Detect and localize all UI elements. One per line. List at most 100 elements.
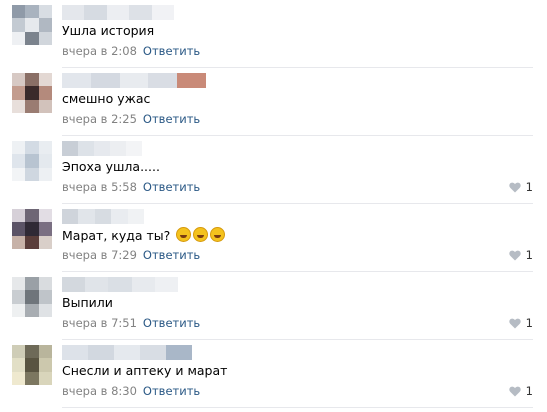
reply-button[interactable]: Ответить (143, 44, 200, 58)
author-pixel (62, 73, 91, 88)
comment-time[interactable]: вчера в 7:29 (62, 248, 137, 262)
avatar-pixel (38, 371, 52, 385)
avatar-pixel (25, 5, 39, 19)
comment-meta: вчера в 2:08 Ответить (62, 44, 200, 58)
avatar[interactable] (12, 209, 52, 249)
like-count: 1 (525, 248, 533, 262)
author-pixel (129, 5, 152, 20)
author-pixel (110, 141, 126, 156)
author-pixel (84, 5, 107, 20)
avatar-pixel (38, 73, 52, 87)
comment-time[interactable]: вчера в 2:08 (62, 44, 137, 58)
comment-item: Эпоха ушла..... вчера в 5:58 Ответить 1 (0, 136, 547, 204)
like-count: 1 (525, 180, 533, 194)
author-pixel (126, 141, 142, 156)
author-pixel (78, 209, 95, 224)
avatar-pixel (12, 277, 26, 291)
comment-text: Снесли и аптеку и марат (62, 363, 228, 378)
avatar-pixel (25, 358, 39, 372)
comment-meta: вчера в 5:58 Ответить (62, 180, 200, 194)
author-pixel (148, 73, 178, 88)
author-pixel (140, 345, 166, 360)
rofl-emoji-icon (210, 227, 226, 242)
author-pixel (94, 141, 110, 156)
avatar-pixel (25, 209, 39, 223)
comment-text: Выпили (62, 295, 113, 310)
author-name[interactable] (62, 345, 192, 360)
author-pixel (62, 209, 79, 224)
avatar-pixel (25, 235, 39, 249)
author-pixel (177, 73, 206, 88)
author-name[interactable] (62, 73, 206, 88)
comment-item: Марат, куда ты? вчера в 7:29 Ответить 1 (0, 204, 547, 272)
author-pixel (62, 141, 78, 156)
like-count: 1 (525, 316, 533, 330)
avatar-pixel (38, 86, 52, 100)
avatar-pixel (12, 141, 26, 155)
author-pixel (94, 209, 112, 224)
comment-time[interactable]: вчера в 7:51 (62, 316, 137, 330)
author-pixel (154, 277, 179, 292)
avatar-pixel (38, 18, 52, 32)
comment-time[interactable]: вчера в 5:58 (62, 180, 137, 194)
author-pixel (62, 5, 85, 20)
avatar-pixel (38, 154, 52, 168)
like-button[interactable]: 1 (508, 248, 533, 262)
avatar-pixel (25, 345, 39, 359)
avatar-pixel (25, 277, 39, 291)
like-button[interactable]: 1 (508, 384, 533, 398)
author-pixel (119, 73, 149, 88)
author-name[interactable] (62, 141, 142, 156)
reply-button[interactable]: Ответить (143, 180, 200, 194)
avatar-pixel (38, 235, 52, 249)
like-count: 1 (525, 384, 533, 398)
avatar[interactable] (12, 5, 52, 45)
avatar-pixel (25, 18, 39, 32)
like-button[interactable]: 1 (508, 180, 533, 194)
avatar-pixel (25, 167, 39, 181)
author-pixel (151, 5, 175, 20)
avatar[interactable] (12, 277, 52, 317)
comment-time[interactable]: вчера в 2:25 (62, 112, 137, 126)
author-name[interactable] (62, 277, 179, 292)
comment-item: смешно ужас вчера в 2:25 Ответить (0, 68, 547, 136)
avatar-pixel (38, 222, 52, 236)
reply-button[interactable]: Ответить (143, 248, 200, 262)
author-name[interactable] (62, 209, 145, 224)
avatar-pixel (38, 167, 52, 181)
avatar-pixel (12, 99, 26, 113)
author-pixel (127, 209, 145, 224)
avatar-pixel (12, 358, 26, 372)
author-pixel (85, 277, 109, 292)
heart-icon (508, 318, 521, 328)
like-button[interactable]: 1 (508, 316, 533, 330)
avatar-pixel (12, 235, 26, 249)
avatar-pixel (12, 209, 26, 223)
avatar[interactable] (12, 73, 52, 113)
avatar-pixel (38, 99, 52, 113)
avatar-pixel (12, 5, 26, 19)
reply-button[interactable]: Ответить (143, 316, 200, 330)
avatar-pixel (38, 141, 52, 155)
avatar-pixel (25, 154, 39, 168)
avatar[interactable] (12, 345, 52, 385)
reply-button[interactable]: Ответить (143, 112, 200, 126)
comment-item: Ушла история вчера в 2:08 Ответить (0, 0, 547, 68)
avatar-pixel (12, 345, 26, 359)
avatar-pixel (25, 99, 39, 113)
avatar-pixel (25, 73, 39, 87)
heart-icon (508, 386, 521, 396)
author-pixel (114, 345, 140, 360)
comment-text: смешно ужас (62, 91, 151, 106)
avatar-pixel (38, 277, 52, 291)
reply-button[interactable]: Ответить (143, 384, 200, 398)
comment-time[interactable]: вчера в 8:30 (62, 384, 137, 398)
avatar-pixel (12, 290, 26, 304)
author-name[interactable] (62, 5, 175, 20)
author-pixel (62, 345, 88, 360)
avatar-pixel (12, 371, 26, 385)
avatar-pixel (38, 31, 52, 45)
avatar-pixel (38, 209, 52, 223)
author-pixel (78, 141, 94, 156)
avatar[interactable] (12, 141, 52, 181)
